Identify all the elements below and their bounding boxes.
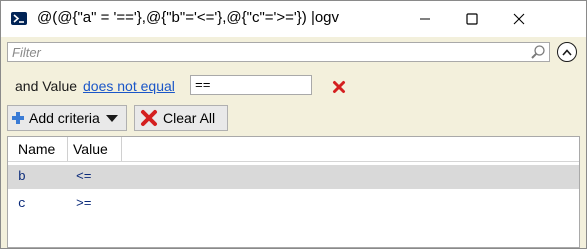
cell-value: <= [76,169,92,184]
title-bar[interactable]: @(@{"a" = '=='},@{"b"='<='},@{"c"='>='})… [1,1,586,37]
criteria-operator-link[interactable]: does not equal [83,78,175,94]
cell-name: c [18,196,26,211]
plus-icon [12,112,24,124]
filter-box [7,42,550,62]
results-grid: Name Value b <= c >= [7,136,580,248]
table-row[interactable]: c >= [8,192,579,216]
filter-input[interactable] [8,43,522,61]
table-row[interactable]: b <= [8,165,579,189]
remove-criteria-icon[interactable] [332,80,346,94]
column-header-name[interactable]: Name [13,137,68,161]
criteria-prefix: and Value [15,78,78,94]
content-panel: and Value does not equal == Add criteria… [1,37,586,248]
close-icon [513,13,525,25]
dropdown-arrow-icon [105,114,118,122]
collapse-criteria-button[interactable] [557,42,577,62]
cell-name: b [18,169,26,184]
add-criteria-label: Add criteria [29,110,100,126]
cell-value: >= [76,196,92,211]
criteria-value-input[interactable]: == [190,75,312,95]
grid-header: Name Value [8,137,579,162]
clear-all-button[interactable]: Clear All [134,105,228,131]
search-icon[interactable] [530,44,546,60]
clear-all-label: Clear All [163,110,216,126]
window-title: @(@{"a" = '=='},@{"b"='<='},@{"c"='>='})… [37,9,340,26]
window: @(@{"a" = '=='},@{"b"='<='},@{"c"='>='})… [0,0,587,249]
column-header-value[interactable]: Value [68,137,122,161]
minimize-icon [420,18,430,20]
chevron-up-icon [562,48,572,56]
clear-icon [141,110,157,126]
criteria-row: and Value does not equal [15,75,175,97]
close-button[interactable] [496,1,542,37]
maximize-button[interactable] [449,1,495,37]
maximize-icon [466,13,478,25]
minimize-button[interactable] [402,1,448,37]
add-criteria-button[interactable]: Add criteria [7,105,127,131]
powershell-icon [11,12,27,25]
